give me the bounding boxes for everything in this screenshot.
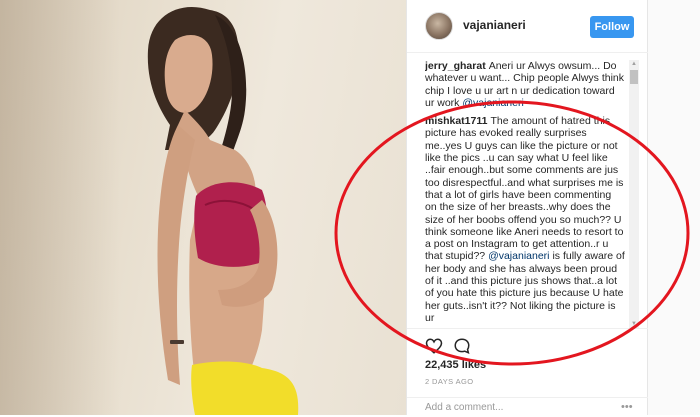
likes-count[interactable]: 22,435 likes [425, 359, 486, 371]
comment-text: The amount of hatred this picture has ev… [425, 115, 624, 263]
comment-mention[interactable]: @vajanianeri [462, 97, 523, 109]
comments-list: jerry_gharat Aneri ur Alwys owsum... Do w… [425, 60, 625, 328]
post-username[interactable]: vajanianeri [463, 18, 526, 32]
page-gutter [648, 0, 700, 415]
add-comment-bar: ••• [407, 397, 648, 417]
comment-username[interactable]: mishkat1711 [425, 115, 487, 127]
heart-icon[interactable] [425, 337, 443, 355]
post-header: vajanianeri Follow [407, 0, 648, 53]
post-timestamp: 2 DAYS AGO [425, 377, 474, 386]
post-photo [0, 0, 406, 415]
scroll-down-arrow-icon[interactable]: ▼ [629, 320, 639, 328]
add-comment-input[interactable] [425, 402, 605, 413]
photo-subject [147, 6, 299, 415]
comment-username[interactable]: jerry_gharat [425, 60, 486, 72]
scroll-thumb[interactable] [630, 70, 638, 84]
comment-bubble-icon[interactable] [453, 337, 471, 355]
post-actions: 22,435 likes 2 DAYS AGO ••• [407, 328, 648, 416]
comments-scrollbar[interactable]: ▲ ▼ [629, 60, 639, 328]
follow-button[interactable]: Follow [590, 16, 634, 38]
scroll-up-arrow-icon[interactable]: ▲ [629, 60, 639, 68]
comment-mention[interactable]: @vajanianeri [488, 250, 549, 262]
post-side-panel: vajanianeri Follow jerry_gharat Aneri ur … [406, 0, 648, 415]
comment-item: jerry_gharat Aneri ur Alwys owsum... Do w… [425, 60, 625, 109]
comment-item: mishkat1711 The amount of hatred this pic… [425, 115, 625, 324]
avatar[interactable] [425, 12, 453, 40]
more-dots-icon[interactable]: ••• [621, 401, 633, 413]
